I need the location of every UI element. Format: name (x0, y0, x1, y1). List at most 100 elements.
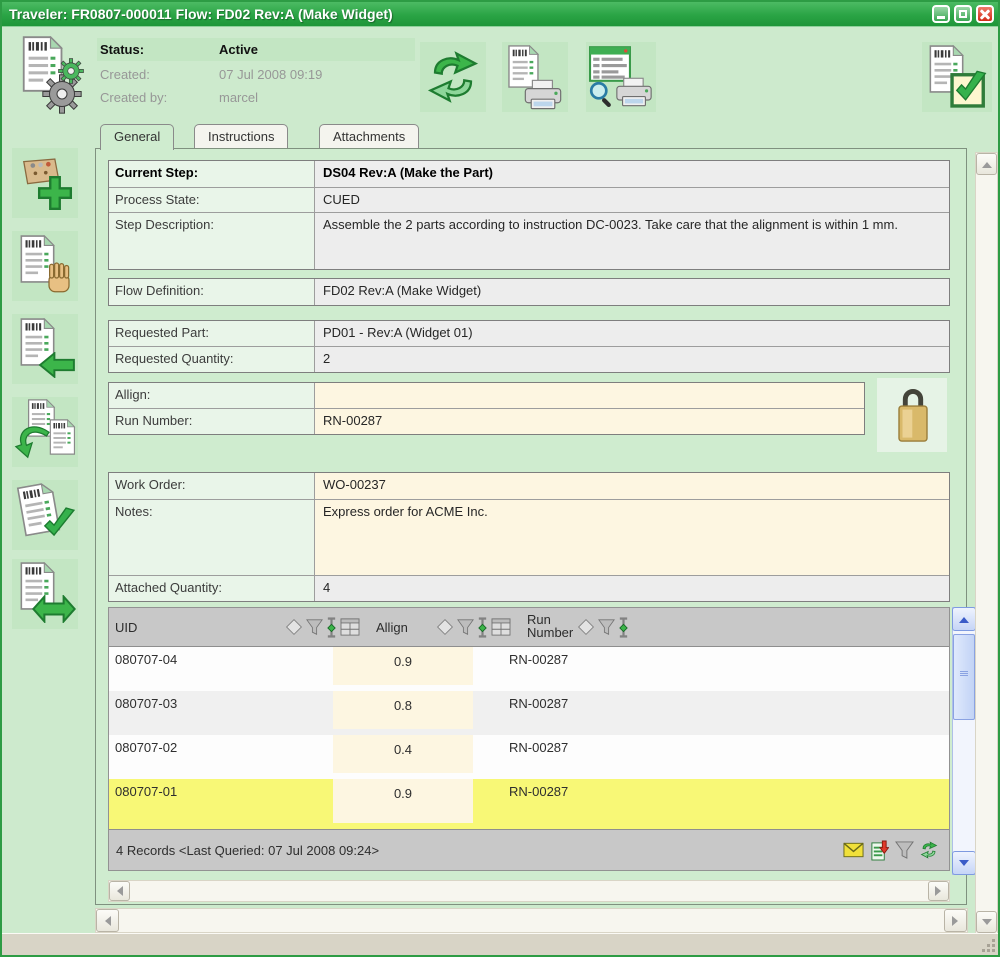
sort-icon[interactable] (285, 618, 303, 636)
work-order-field[interactable]: WO-00237 (315, 473, 949, 499)
filter-icon[interactable] (895, 841, 914, 860)
grid-options-icon[interactable] (491, 618, 511, 636)
allign-cell-input[interactable]: 0.9 (333, 647, 473, 685)
run-number-field[interactable]: RN-00287 (315, 409, 864, 434)
hand-icon (44, 261, 74, 295)
step-description-value: Assemble the 2 parts according to instru… (315, 213, 949, 269)
uid-cell: 080707-04 (115, 652, 178, 667)
process-state-value: CUED (315, 188, 949, 212)
step-description-label: Step Description: (109, 213, 315, 269)
column-header-uid: UID (115, 619, 138, 635)
export-icon[interactable] (870, 840, 889, 861)
validate-button[interactable] (12, 480, 78, 550)
process-state-label: Process State: (109, 188, 315, 212)
created-by-label: Created by: (100, 90, 168, 105)
created-value: 07 Jul 2008 09:19 (219, 67, 323, 82)
filter-icon[interactable] (306, 619, 323, 636)
table-row[interactable]: 080707-02 0.4 RN-00287 (109, 735, 949, 779)
run-number-cell: RN-00287 (509, 696, 569, 711)
magnifier-icon (588, 80, 616, 108)
scroll-down-button[interactable] (952, 851, 976, 875)
step-fields-group: Allign: Run Number: RN-00287 (108, 382, 865, 435)
add-part-button[interactable] (12, 148, 78, 218)
print-preview-button[interactable] (586, 42, 656, 112)
title-bar[interactable]: Traveler: FR0807-000011 Flow: FD02 Rev:A… (2, 2, 998, 27)
panel-vertical-scrollbar[interactable] (975, 152, 998, 934)
column-header-run-number: Run Number (527, 613, 574, 640)
email-icon[interactable] (843, 842, 864, 858)
filter-icon[interactable] (457, 619, 474, 636)
column-resize-icon[interactable] (326, 616, 337, 639)
notes-field[interactable]: Express order for ACME Inc. (315, 500, 949, 575)
uid-cell: 080707-03 (115, 696, 178, 711)
flow-definition-value: FD02 Rev:A (Make Widget) (315, 279, 949, 305)
status-label: Status: (100, 42, 145, 57)
scroll-thumb[interactable] (953, 634, 975, 720)
grid-options-icon[interactable] (340, 618, 360, 636)
minimize-button[interactable] (932, 5, 950, 23)
flow-definition-group: Flow Definition: FD02 Rev:A (Make Widget… (108, 278, 950, 306)
tab-instructions[interactable]: Instructions (194, 124, 289, 149)
minimize-icon (937, 16, 945, 19)
allign-cell-input[interactable]: 0.9 (333, 779, 473, 823)
column-resize-icon[interactable] (477, 616, 488, 639)
table-row[interactable]: 080707-04 0.9 RN-00287 (109, 647, 949, 691)
transfer-button[interactable] (12, 397, 78, 467)
column-resize-icon[interactable] (618, 616, 629, 639)
created-by-row: Created by: marcel (97, 86, 415, 109)
complete-step-button[interactable] (922, 42, 992, 112)
requested-part-value: PD01 - Rev:A (Widget 01) (315, 321, 949, 346)
table-row-selected[interactable]: 080707-01 0.9 RN-00287 (109, 779, 949, 829)
scroll-right-button[interactable] (928, 881, 949, 901)
sort-icon[interactable] (436, 618, 454, 636)
scroll-left-button[interactable] (96, 909, 119, 932)
locked-indicator[interactable] (877, 378, 947, 452)
status-row: Status: Active (97, 38, 415, 61)
exchange-button[interactable] (12, 559, 78, 629)
tab-attachments[interactable]: Attachments (319, 124, 420, 149)
flow-definition-label: Flow Definition: (109, 279, 315, 305)
plus-icon (36, 174, 74, 212)
created-by-value: marcel (219, 90, 259, 105)
status-bar (2, 933, 998, 955)
table-footer: 4 Records <Last Queried: 07 Jul 2008 09:… (109, 829, 949, 870)
filter-icon[interactable] (598, 619, 615, 636)
scroll-up-button[interactable] (976, 153, 997, 175)
attached-quantity-label: Attached Quantity: (109, 576, 315, 601)
allign-field[interactable] (315, 383, 864, 408)
refresh-icon[interactable] (920, 841, 938, 859)
current-step-value: DS04 Rev:A (Make the Part) (315, 161, 949, 187)
traveler-emblem-icon (16, 34, 92, 122)
print-button[interactable] (502, 42, 568, 112)
work-order-label: Work Order: (109, 473, 315, 499)
hold-step-button[interactable] (12, 231, 78, 301)
scroll-up-button[interactable] (952, 607, 976, 631)
run-number-cell: RN-00287 (509, 652, 569, 667)
table-horizontal-scrollbar[interactable] (108, 880, 950, 902)
scroll-left-button[interactable] (109, 881, 130, 901)
panel-horizontal-scrollbar[interactable] (95, 908, 968, 933)
arrow-left-right-icon (32, 595, 76, 623)
resize-grip[interactable] (980, 937, 995, 952)
allign-cell-input[interactable]: 0.4 (333, 735, 473, 773)
maximize-button[interactable] (954, 5, 972, 23)
allign-cell-input[interactable]: 0.8 (333, 691, 473, 729)
sort-icon[interactable] (577, 618, 595, 636)
return-step-button[interactable] (12, 314, 78, 384)
printer-icon (522, 78, 564, 111)
tab-general[interactable]: General (100, 124, 175, 150)
allign-label: Allign: (109, 383, 315, 408)
current-step-group: Current Step: DS04 Rev:A (Make the Part)… (108, 160, 950, 270)
scroll-right-button[interactable] (944, 909, 967, 932)
requested-quantity-label: Requested Quantity: (109, 347, 315, 372)
maximize-icon (959, 10, 967, 18)
requested-part-label: Requested Part: (109, 321, 315, 346)
created-row: Created: 07 Jul 2008 09:19 (97, 63, 415, 86)
current-step-label: Current Step: (109, 161, 315, 187)
close-button[interactable] (976, 5, 994, 23)
table-row[interactable]: 080707-03 0.8 RN-00287 (109, 691, 949, 735)
refresh-button[interactable] (420, 42, 486, 112)
attached-quantity-value: 4 (315, 576, 949, 601)
work-order-group: Work Order: WO-00237 Notes: Express orde… (108, 472, 950, 602)
scroll-down-button[interactable] (976, 911, 997, 933)
